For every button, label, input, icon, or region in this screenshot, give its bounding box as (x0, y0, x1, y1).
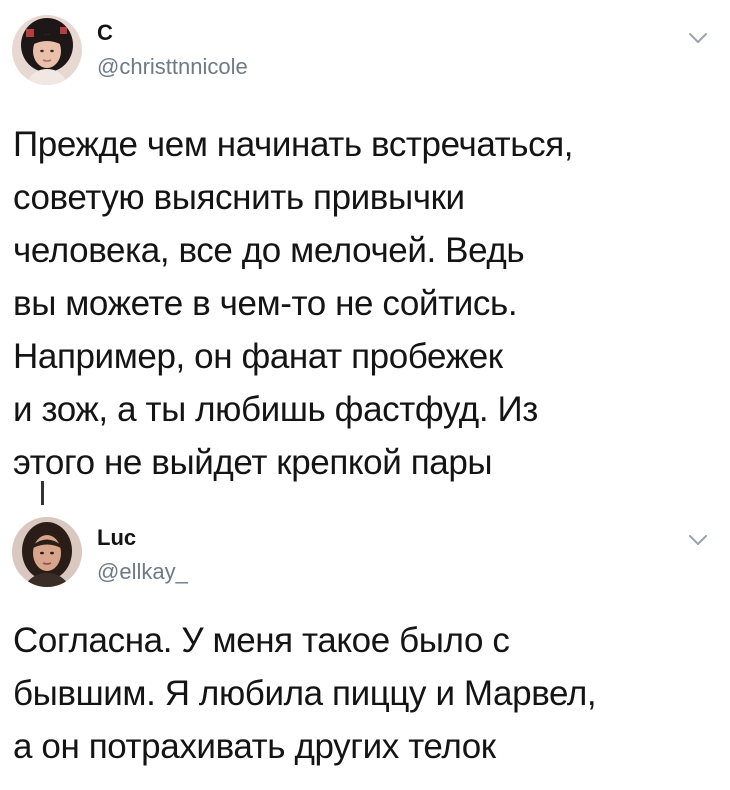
thread-connector (41, 481, 44, 505)
tweet-text: Согласна. У меня такое было с бывшим. Я … (13, 621, 597, 766)
avatar[interactable] (12, 15, 82, 85)
tweet-text: Прежде чем начинать встречаться, советую… (13, 125, 574, 482)
avatar[interactable] (12, 517, 82, 587)
chevron-down-icon[interactable] (688, 533, 708, 547)
chevron-down-icon[interactable] (688, 31, 708, 45)
user-handle[interactable]: @christtnnicole (97, 54, 248, 80)
user-avatar-icon (12, 517, 82, 587)
display-name[interactable]: C (97, 20, 113, 46)
user-handle[interactable]: @ellkay_ (97, 559, 188, 585)
display-name[interactable]: Luc (97, 525, 136, 551)
user-avatar-icon (12, 15, 82, 85)
